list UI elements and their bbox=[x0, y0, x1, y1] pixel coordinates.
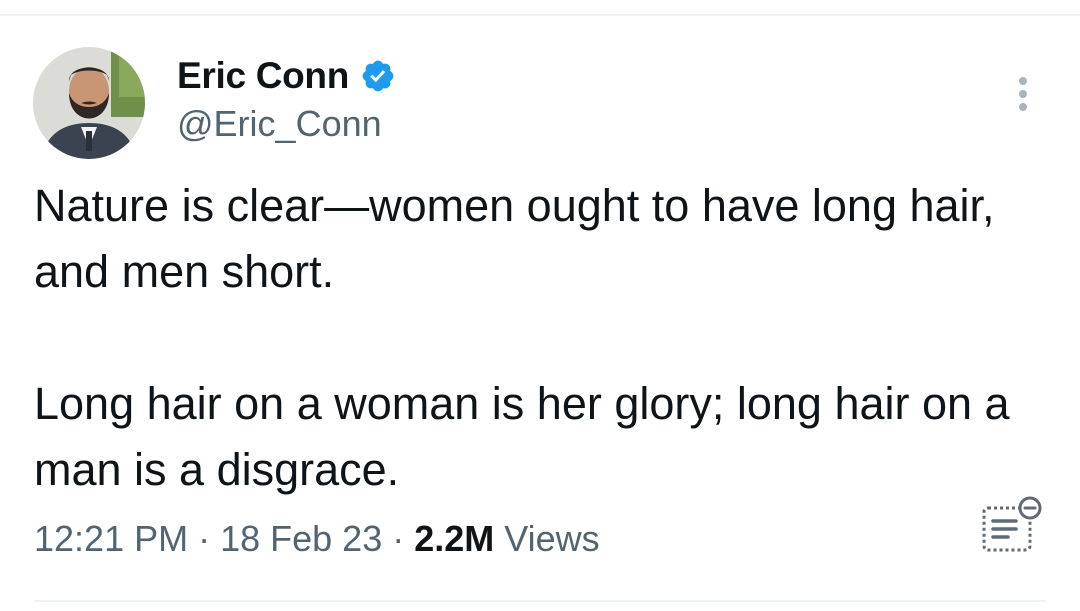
verified-badge-icon bbox=[360, 58, 396, 94]
top-divider bbox=[0, 14, 1080, 16]
views-label: Views bbox=[504, 518, 600, 559]
tweet-text: Nature is clear—women ought to have long… bbox=[34, 173, 1044, 503]
bottom-divider bbox=[34, 600, 1046, 602]
tweet-time[interactable]: 12:21 PM bbox=[34, 518, 188, 560]
tweet-paragraph: Long hair on a woman is her glory; long … bbox=[34, 378, 1010, 495]
tweet-paragraph: Nature is clear—women ought to have long… bbox=[34, 180, 995, 297]
avatar[interactable] bbox=[33, 47, 145, 159]
author-display-name[interactable]: Eric Conn bbox=[177, 55, 349, 97]
author-name-row[interactable]: Eric Conn bbox=[177, 52, 396, 100]
views-count: 2.2M bbox=[414, 518, 495, 559]
meta-separator: · bbox=[392, 518, 405, 559]
tweet-meta: 12:21 PM · 18 Feb 23 · 2.2M Views bbox=[34, 518, 600, 560]
reader-mode-icon[interactable] bbox=[978, 494, 1044, 556]
author-handle[interactable]: @Eric_Conn bbox=[177, 103, 382, 145]
meta-separator: · bbox=[198, 518, 211, 559]
more-vertical-icon[interactable] bbox=[1011, 74, 1035, 114]
tweet-date[interactable]: 18 Feb 23 bbox=[220, 518, 382, 560]
